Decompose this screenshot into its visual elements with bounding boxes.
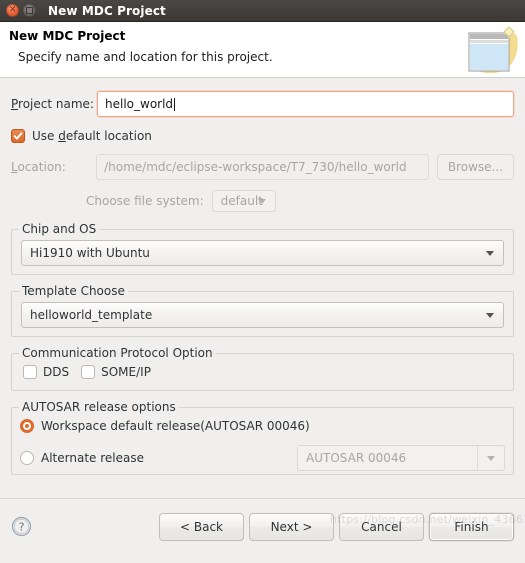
file-system-combo: default bbox=[211, 190, 276, 212]
autosar-alternate-row[interactable]: Alternate release AUTOSAR 00046 bbox=[20, 445, 505, 471]
text-caret bbox=[174, 97, 176, 111]
cancel-button-label: Cancel bbox=[361, 519, 402, 534]
wizard-header: New MDC Project Specify name and locatio… bbox=[0, 22, 525, 78]
chevron-down-icon bbox=[486, 313, 494, 318]
finish-button[interactable]: Finish bbox=[429, 512, 514, 541]
help-icon[interactable]: ? bbox=[11, 516, 32, 537]
location-value: /home/mdc/eclipse-workspace/T7_730/hello… bbox=[104, 160, 407, 174]
communication-protocol-group-label: Communication Protocol Option bbox=[19, 346, 216, 360]
project-name-value: hello_world bbox=[105, 97, 174, 111]
chevron-down-icon bbox=[257, 199, 266, 204]
back-button-label: < Back bbox=[179, 519, 223, 534]
location-row: Location: /home/mdc/eclipse-workspace/T7… bbox=[11, 154, 515, 180]
close-icon[interactable]: ✕ bbox=[6, 4, 19, 17]
use-default-location-checkbox[interactable] bbox=[11, 129, 25, 143]
project-name-row: Project name: hello_world bbox=[11, 91, 514, 117]
finish-button-label: Finish bbox=[454, 519, 489, 534]
autosar-alternate-label: Alternate release bbox=[41, 451, 144, 465]
svg-text:?: ? bbox=[19, 521, 25, 534]
communication-protocol-group: Communication Protocol Option DDS SOME/I… bbox=[11, 346, 514, 391]
dds-label: DDS bbox=[43, 365, 70, 379]
autosar-workspace-default-radio[interactable] bbox=[20, 419, 34, 433]
close-glyph: ✕ bbox=[8, 5, 17, 15]
autosar-release-group-label: AUTOSAR release options bbox=[19, 400, 179, 414]
page-subtitle: Specify name and location for this proje… bbox=[18, 50, 273, 64]
back-button[interactable]: < Back bbox=[159, 512, 244, 541]
next-button[interactable]: Next > bbox=[249, 512, 334, 541]
protocol-options-row: DDS SOME/IP bbox=[23, 365, 151, 379]
page-title: New MDC Project bbox=[9, 29, 126, 43]
browse-button: Browse... bbox=[436, 154, 515, 180]
project-name-input[interactable]: hello_world bbox=[97, 91, 514, 117]
location-input: /home/mdc/eclipse-workspace/T7_730/hello… bbox=[96, 154, 429, 180]
browse-button-label: Browse... bbox=[447, 160, 503, 174]
chip-and-os-group-label: Chip and OS bbox=[19, 222, 100, 236]
file-system-value: default bbox=[220, 194, 263, 208]
wizard-banner-icon bbox=[453, 24, 521, 76]
someip-label: SOME/IP bbox=[101, 365, 151, 379]
template-choose-value: helloworld_template bbox=[30, 308, 153, 322]
chevron-down-icon bbox=[486, 251, 494, 256]
chip-and-os-group: Chip and OS Hi1910 with Ubuntu bbox=[11, 222, 514, 275]
file-system-label: Choose file system: bbox=[86, 194, 204, 208]
autosar-alternate-value: AUTOSAR 00046 bbox=[306, 451, 407, 465]
chip-and-os-value: Hi1910 with Ubuntu bbox=[30, 246, 150, 260]
template-choose-group: Template Choose helloworld_template bbox=[11, 284, 514, 337]
file-system-row: Choose file system: default bbox=[11, 190, 514, 212]
autosar-release-group: AUTOSAR release options Workspace defaul… bbox=[11, 400, 514, 475]
location-label: Location: bbox=[11, 160, 66, 174]
chevron-down-icon bbox=[477, 446, 504, 470]
use-default-location-row[interactable]: Use default location bbox=[11, 129, 514, 143]
window-titlebar: ✕ New MDC Project bbox=[0, 0, 525, 22]
wizard-body: Project name: hello_world Use default lo… bbox=[0, 91, 525, 498]
dds-checkbox[interactable] bbox=[23, 365, 37, 379]
window-title: New MDC Project bbox=[48, 3, 166, 18]
use-default-location-label: Use default location bbox=[32, 129, 152, 143]
autosar-alternate-radio[interactable] bbox=[20, 451, 34, 465]
wizard-footer: ? https://blog.csdn.net/weixin_43661 < B… bbox=[0, 498, 525, 554]
maximize-glyph bbox=[26, 7, 33, 14]
chip-and-os-combo[interactable]: Hi1910 with Ubuntu bbox=[21, 240, 504, 266]
someip-checkbox[interactable] bbox=[81, 365, 96, 379]
template-choose-group-label: Template Choose bbox=[19, 284, 128, 298]
autosar-workspace-default-label: Workspace default release(AUTOSAR 00046) bbox=[41, 419, 310, 433]
autosar-workspace-default-row[interactable]: Workspace default release(AUTOSAR 00046) bbox=[20, 419, 310, 433]
project-name-label: Project name: bbox=[11, 97, 94, 111]
cancel-button[interactable]: Cancel bbox=[339, 512, 424, 541]
next-button-label: Next > bbox=[270, 519, 313, 534]
autosar-alternate-combo: AUTOSAR 00046 bbox=[297, 445, 505, 471]
template-choose-combo[interactable]: helloworld_template bbox=[21, 302, 504, 328]
footer-button-group: < Back Next > Cancel Finish bbox=[159, 512, 514, 541]
maximize-icon[interactable] bbox=[23, 4, 36, 17]
